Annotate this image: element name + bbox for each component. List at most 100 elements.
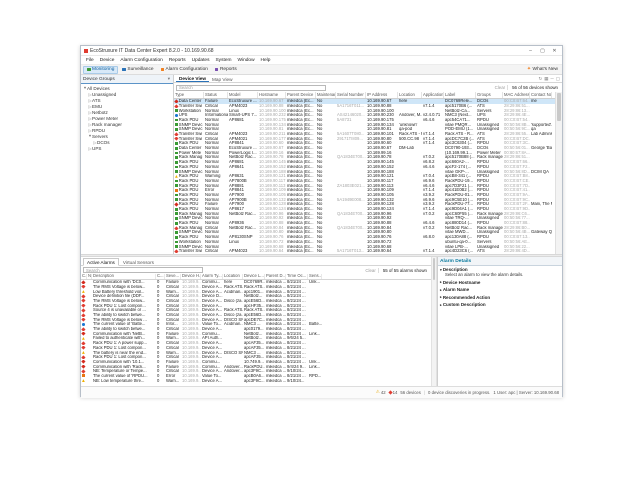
- cell-1: Critical: [204, 226, 228, 230]
- column-header-4[interactable]: Parent Device: [286, 92, 316, 98]
- alarm-column-header-3[interactable]: C...: [156, 274, 165, 279]
- details-section-header[interactable]: ▸Recommended Action: [440, 295, 560, 300]
- scrollbar-thumb[interactable]: [433, 258, 435, 280]
- menu-item-alarm-configuration[interactable]: Alarm Configuration: [117, 58, 165, 63]
- severity-icon-failure: [81, 332, 85, 336]
- tab-map-view[interactable]: Map View: [209, 77, 236, 83]
- column-header-5[interactable]: Maintenanc...: [316, 92, 336, 98]
- column-header-1[interactable]: Status: [204, 92, 228, 98]
- cell-4: mikedca (Ec...: [286, 104, 316, 108]
- tab-virtual-sensors[interactable]: Virtual Sensors: [120, 259, 157, 265]
- view-minimize-icon[interactable]: ─: [551, 77, 554, 82]
- alarm-column-header-9[interactable]: Parent D...: [265, 274, 286, 279]
- triangle-right-icon[interactable]: ▸: [440, 280, 442, 284]
- column-header-10[interactable]: Label: [444, 92, 476, 98]
- chevron-down-icon[interactable]: ▾: [167, 76, 171, 82]
- device-groups-header[interactable]: Device Groups ▾: [81, 75, 173, 84]
- column-header-8[interactable]: Location: [398, 92, 422, 98]
- cell-11: Servers: [476, 109, 503, 113]
- alarm-row[interactable]: NB: Low temperature thre...0Warn...10.16…: [81, 378, 431, 383]
- alarm-column-header-11[interactable]: Sens...: [308, 274, 322, 279]
- tree-item-ups[interactable]: ▷UPS: [81, 145, 173, 151]
- cell-11: ATS: [476, 137, 503, 141]
- cell-3: 10.169.90.175: [258, 118, 286, 122]
- device-clear-button[interactable]: Clear: [493, 85, 509, 90]
- details-section-header[interactable]: ▸Alarm Name: [440, 287, 560, 292]
- grid-icon[interactable]: ▦: [544, 77, 548, 82]
- cell-3: 10.169.90.68: [258, 245, 286, 249]
- menu-item-updates[interactable]: Updates: [189, 58, 213, 63]
- cell-3: 10.169.90.105: [258, 193, 286, 197]
- alarm-table-scrollbar[interactable]: [431, 257, 437, 386]
- column-header-11[interactable]: Groups: [476, 92, 503, 98]
- alarm-column-header-7[interactable]: Location: [223, 274, 243, 279]
- view-maximize-icon[interactable]: ▢: [556, 77, 560, 82]
- menu-item-reports[interactable]: Reports: [166, 58, 189, 63]
- column-header-12[interactable]: MAC Address: [503, 92, 530, 98]
- severity-icon-critical: [81, 299, 85, 303]
- tab-device-view[interactable]: Device View: [176, 76, 209, 83]
- perspective-reports[interactable]: Reports: [212, 67, 240, 73]
- triangle-right-icon[interactable]: ▸: [440, 295, 442, 299]
- column-header-2[interactable]: Model: [228, 92, 258, 98]
- cell-11: RPDU: [476, 235, 503, 239]
- column-header-7[interactable]: IP Address: [366, 92, 398, 98]
- cell-11: Unassigned: [476, 245, 503, 249]
- details-section-header[interactable]: ▸Device Hostname: [440, 280, 560, 285]
- close-button[interactable]: ✕: [549, 47, 560, 55]
- triangle-right-icon[interactable]: ▸: [440, 303, 442, 307]
- cell-severity: [81, 336, 87, 340]
- tree-item-label: RPDU: [92, 128, 105, 133]
- alarm-search-input[interactable]: [83, 267, 203, 273]
- cell-5: No: [316, 109, 336, 113]
- whats-new-link[interactable]: ✦ What's New: [527, 67, 560, 72]
- cell-10: ubuntu-qa-0...: [444, 240, 476, 244]
- alarm-clear-button[interactable]: Clear: [363, 268, 379, 273]
- tree-item-label: Servers: [92, 134, 108, 139]
- cell-3: 10.169.90.72: [258, 240, 286, 244]
- column-header-6[interactable]: Serial Number: [336, 92, 366, 98]
- alarm-column-header-8[interactable]: Device L...: [243, 274, 265, 279]
- scrollbar-thumb[interactable]: [557, 93, 561, 121]
- cell-6: AS42146020...: [336, 113, 366, 117]
- column-header-0[interactable]: Type: [174, 92, 204, 98]
- column-header-13[interactable]: Contact Na...: [530, 92, 552, 98]
- triangle-down-icon[interactable]: ▾: [440, 268, 442, 272]
- device-row[interactable]: Transfer SwiCriticalAPM402310.169.90.64m…: [174, 249, 555, 254]
- triangle-right-icon[interactable]: ▸: [440, 288, 442, 292]
- alarm-column-header-6[interactable]: Alarm Ty...: [201, 274, 223, 279]
- menu-item-file[interactable]: File: [83, 58, 97, 63]
- tab-active-alarms[interactable]: Active Alarms: [83, 258, 119, 266]
- cell-1: Normal: [204, 184, 228, 188]
- alarm-cell-1: 0: [156, 379, 165, 383]
- menu-item-window[interactable]: Window: [234, 58, 257, 63]
- cell-11: Unassigned: [476, 127, 503, 131]
- perspective-monitoring[interactable]: Monitoring: [83, 66, 118, 74]
- alarm-column-header-4[interactable]: Seve...: [165, 274, 181, 279]
- alarm-cell-7: mikedca ...: [265, 299, 286, 303]
- cell-11: RPDU: [476, 174, 503, 178]
- alarm-cell-4: Device A...: [201, 318, 223, 322]
- alarm-cell-5: Rack ATS...: [223, 308, 243, 312]
- cell-3: 10.169.90.177: [258, 137, 286, 141]
- alarm-column-header-5[interactable]: Device H...: [181, 274, 201, 279]
- minimize-button[interactable]: –: [525, 47, 536, 55]
- perspective-alarm-configuration[interactable]: Alarm Configuration: [158, 67, 211, 73]
- device-search-input[interactable]: [176, 85, 326, 91]
- menu-item-device[interactable]: Device: [97, 58, 118, 63]
- alarm-details-title: Alarm Details: [440, 259, 471, 264]
- alarm-column-header-10[interactable]: Time Oc...: [286, 274, 308, 279]
- perspective-surveillance[interactable]: Surveillance: [119, 67, 156, 73]
- menu-item-help[interactable]: Help: [258, 58, 274, 63]
- maximize-button[interactable]: ▢: [537, 47, 548, 55]
- details-section-header[interactable]: ▸Custom Description: [440, 302, 560, 307]
- alarm-cell-3: 10.169.9...: [181, 374, 201, 378]
- alarm-column-header-2[interactable]: Description: [92, 274, 156, 279]
- cell-4: mikedca (Ec...: [286, 188, 316, 192]
- column-header-3[interactable]: Hostname: [258, 92, 286, 98]
- refresh-icon[interactable]: ↻: [538, 77, 542, 82]
- device-table-scrollbar[interactable]: [555, 92, 562, 254]
- column-header-9[interactable]: Application...: [422, 92, 444, 98]
- cell-type: SNMP Devic: [174, 216, 204, 220]
- menu-item-system[interactable]: System: [212, 58, 234, 63]
